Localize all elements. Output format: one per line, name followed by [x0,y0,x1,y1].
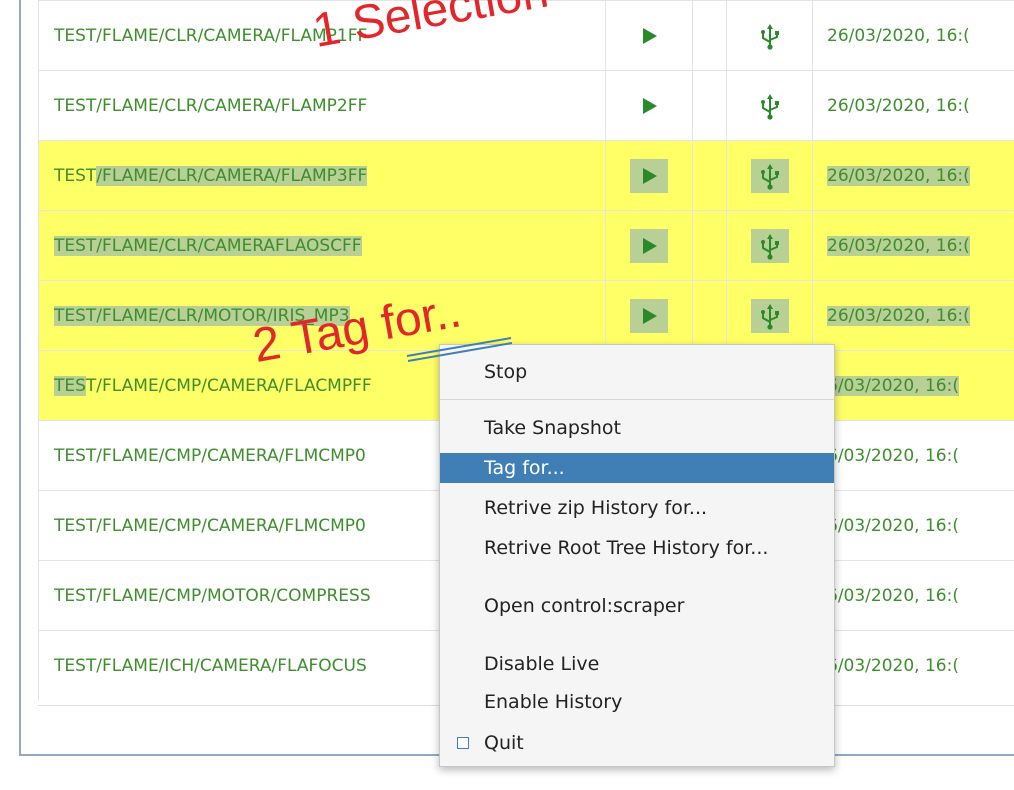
date-cell: 6/03/2020, 16:( [812,421,1014,491]
date-cell: 26/03/2020, 16:( [812,71,1014,141]
play-button[interactable] [630,299,668,333]
device-name: TEST/FLAME/CLR/CAMERA/FLAMP2FF [54,96,368,116]
empty-cell [692,281,726,351]
usb-cell [726,211,812,281]
table-row[interactable]: TEST/FLAME/CLR/CAMERAFLAOSCFF 26/03/2020,… [38,210,1014,281]
play-cell [605,141,692,211]
device-name: TEST/FLAME/CLR/CAMERAFLAOSCFF [54,236,362,256]
play-button[interactable] [630,19,668,53]
date-cell: 26/03/2020, 16:( [812,281,1014,351]
usb-cell [726,71,812,141]
timestamp: 6/03/2020, 16:( [827,656,959,676]
timestamp: 26/03/2020, 16:( [827,166,970,186]
menu-item-quit-label: Quit [484,732,524,754]
play-button[interactable] [630,159,668,193]
menu-separator [440,399,834,400]
name-cell: TEST/FLAME/CLR/CAMERA/FLAMP2FF [38,71,605,141]
play-icon [643,168,657,184]
timestamp: 26/03/2020, 16:( [827,236,970,256]
menu-item-tag-for[interactable]: Tag for... [440,453,834,483]
timestamp: 6/03/2020, 16:( [827,446,959,466]
play-icon [643,308,657,324]
checkbox-icon[interactable] [457,737,469,749]
empty-cell [692,71,726,141]
table-row[interactable]: TEST/FLAME/CLR/MOTOR/IRIS_MP3 26/03/2020,… [38,280,1014,351]
menu-item-quit[interactable]: Quit [440,728,834,758]
timestamp: 6/03/2020, 16:( [827,586,959,606]
name-cell: TEST/FLAME/CLR/CAMERAFLAOSCFF [38,211,605,281]
table-row[interactable]: TEST/FLAME/CLR/CAMERA/FLAMP2FF 26/03/2020… [38,70,1014,141]
date-cell: 6/03/2020, 16:( [812,561,1014,631]
device-name: TEST/FLAME/CLR/CAMERA/FLAMP3FF [54,166,368,186]
name-cell: TEST/FLAME/CLR/CAMERA/FLAMP3FF [38,141,605,211]
date-cell: 6/03/2020, 16:( [812,491,1014,561]
device-name: TEST/FLAME/CMP/CAMERA/FLMCMP0 [54,516,366,536]
menu-item-enable-history[interactable]: Enable History [440,687,834,717]
play-icon [643,28,657,44]
timestamp: 6/03/2020, 16:( [827,376,959,396]
usb-button[interactable] [750,159,789,193]
timestamp: 26/03/2020, 16:( [827,96,970,116]
device-name: TEST/FLAME/CMP/CAMERA/FLACMPFF [54,376,372,396]
usb-button[interactable] [750,229,789,263]
table-row[interactable]: TEST/FLAME/CLR/CAMERA/FLAMP3FF 26/03/2020… [38,140,1014,211]
menu-item-open-control[interactable]: Open control:scraper [440,591,834,621]
usb-button[interactable] [750,299,789,333]
menu-item-retrieve-root-tree-history[interactable]: Retrive Root Tree History for... [440,533,834,563]
menu-item-retrieve-zip-history[interactable]: Retrive zip History for... [440,493,834,523]
date-cell: 6/03/2020, 16:( [812,351,1014,421]
menu-item-stop[interactable]: Stop [440,357,834,387]
menu-item-take-snapshot[interactable]: Take Snapshot [440,413,834,443]
date-cell: 26/03/2020, 16:( [812,141,1014,211]
empty-cell [692,141,726,211]
usb-button[interactable] [751,89,789,123]
timestamp: 26/03/2020, 16:( [827,306,970,326]
usb-cell [726,141,812,211]
device-name: TEST/FLAME/CMP/CAMERA/FLMCMP0 [54,446,366,466]
device-name: TEST/FLAME/CMP/MOTOR/COMPRESS [54,586,371,606]
empty-cell [692,211,726,281]
device-name: TEST/FLAME/ICH/CAMERA/FLAFOCUS [54,656,367,676]
usb-cell [726,1,812,71]
play-button[interactable] [630,89,668,123]
date-cell: 26/03/2020, 16:( [812,211,1014,281]
timestamp: 6/03/2020, 16:( [827,516,959,536]
date-cell: 6/03/2020, 16:( [812,631,1014,701]
play-cell [605,71,692,141]
play-cell [605,211,692,281]
play-icon [643,238,657,254]
context-menu: Stop Take Snapshot Tag for... Retrive zi… [439,344,835,767]
play-cell [605,281,692,351]
play-cell [605,1,692,71]
menu-item-disable-live[interactable]: Disable Live [440,649,834,679]
usb-button[interactable] [751,19,789,53]
usb-cell [726,281,812,351]
date-cell: 26/03/2020, 16:( [812,1,1014,71]
play-icon [643,98,657,114]
timestamp: 26/03/2020, 16:( [827,26,970,46]
empty-cell [692,1,726,71]
play-button[interactable] [630,229,668,263]
